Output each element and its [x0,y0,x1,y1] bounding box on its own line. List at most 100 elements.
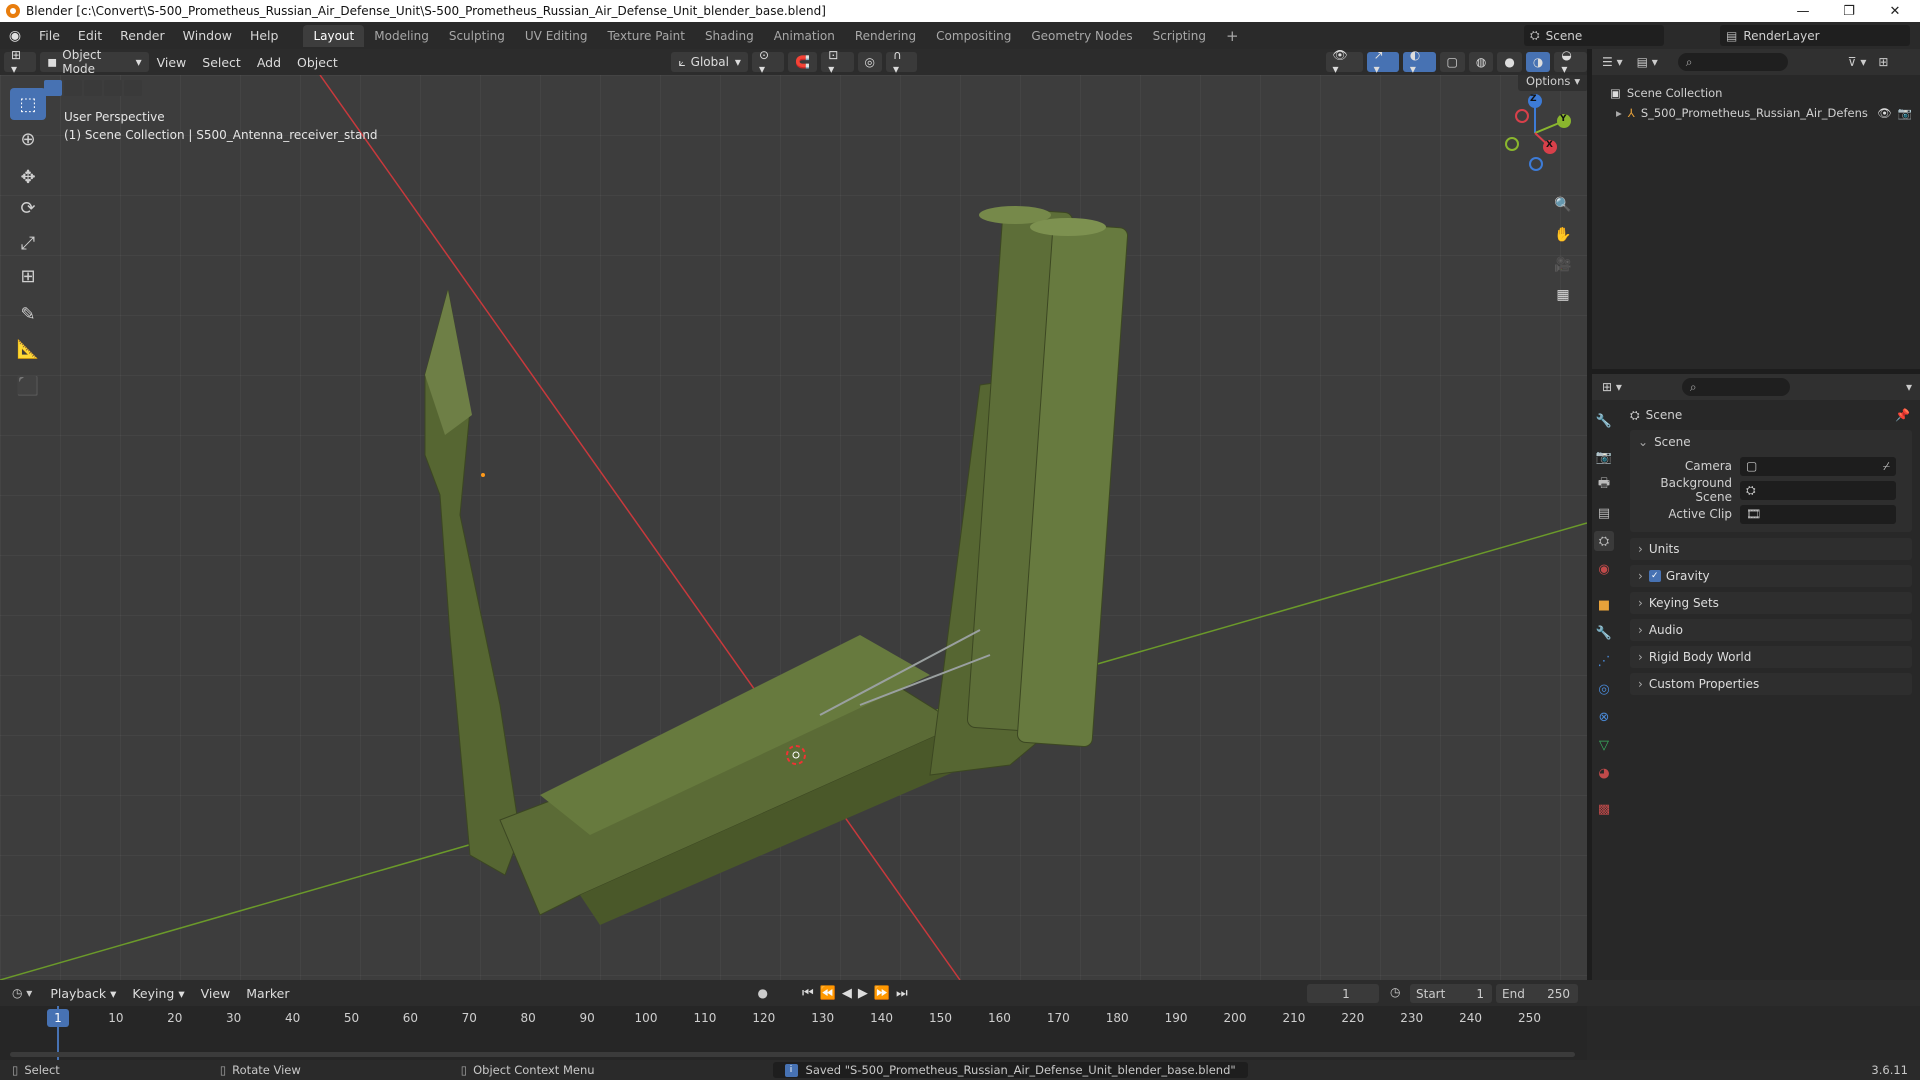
outliner-search-input[interactable]: ⌕ [1677,53,1788,71]
scene-selector[interactable]: ⛭ Scene [1524,25,1664,46]
new-collection-icon[interactable]: ⊞ [1878,55,1888,69]
overlays-toggle[interactable]: ◐ ▾ [1402,48,1436,76]
disclosure-triangle-icon[interactable]: ▸ [1616,106,1622,120]
view-layer-selector[interactable]: ▤ RenderLayer [1720,25,1910,46]
active-clip-field[interactable]: 🎞 [1740,504,1896,524]
panel-gravity[interactable]: › ✓ Gravity [1630,565,1912,587]
viewport-menu-object[interactable]: Object [289,55,346,70]
tab-texture-paint[interactable]: Texture Paint [598,25,695,47]
playhead-frame-label[interactable]: 1 [47,1009,69,1027]
panel-custom-properties[interactable]: › Custom Properties [1630,673,1912,695]
preview-range-icon[interactable]: ◷ [1390,985,1400,999]
close-button[interactable]: ✕ [1872,0,1918,22]
end-frame-field[interactable]: End 250 [1496,984,1578,1003]
panel-keying-sets[interactable]: › Keying Sets [1630,592,1912,614]
texture-tab-icon[interactable]: ▩ [1594,799,1614,819]
select-intersect-button[interactable] [124,80,142,96]
outliner-item[interactable]: ▸ ⅄ S_500_Prometheus_Russian_Air_Defens … [1592,103,1920,123]
timeline-editor-type-button[interactable]: ◷ ▾ [12,986,32,1000]
scene-section-header[interactable]: ⌄ Scene [1630,430,1912,454]
panel-audio[interactable]: › Audio [1630,619,1912,641]
cursor-tool[interactable]: ⊕ [10,123,46,155]
select-box-tool[interactable]: ⬚ [10,88,46,120]
scene-collection-row[interactable]: ▣ Scene Collection [1592,83,1920,103]
select-new-button[interactable] [44,80,62,96]
tab-layout[interactable]: Layout [303,24,365,47]
record-button[interactable]: ● [757,986,767,1000]
tab-uv-editing[interactable]: UV Editing [515,25,598,47]
filter-icon[interactable]: ⊽ ▾ [1848,55,1867,69]
add-workspace-button[interactable]: + [1216,23,1249,49]
options-dropdown[interactable]: Options ▾ [1518,75,1587,91]
world-tab-icon[interactable]: ◉ [1594,559,1614,579]
menu-render[interactable]: Render [111,28,174,43]
material-tab-icon[interactable]: ◕ [1594,763,1614,783]
falloff-button[interactable]: ∩ ▾ [885,48,918,76]
tab-scripting[interactable]: Scripting [1143,25,1216,47]
display-mode-button[interactable]: ▤ ▾ [1637,55,1658,69]
background-scene-field[interactable]: ⛭ [1740,480,1896,500]
current-frame-field[interactable]: 1 [1307,984,1379,1003]
tab-geometry-nodes[interactable]: Geometry Nodes [1021,25,1142,47]
pin-icon[interactable]: 📌 [1895,408,1910,422]
particles-tab-icon[interactable]: ⋰ [1594,651,1614,671]
physics-tab-icon[interactable]: ◎ [1594,679,1614,699]
select-extend-button[interactable] [64,80,82,96]
camera-view-icon[interactable]: 🎥 [1550,252,1576,278]
xray-toggle[interactable]: ▢ [1439,52,1465,72]
pan-hand-icon[interactable]: ✋ [1550,222,1576,248]
outliner-editor-type-button[interactable]: ☰ ▾ [1602,55,1623,69]
menu-edit[interactable]: Edit [69,28,111,43]
tab-sculpting[interactable]: Sculpting [439,25,515,47]
menu-file[interactable]: File [30,28,69,43]
snap-target-button[interactable]: ⊡ ▾ [821,48,854,76]
tab-rendering[interactable]: Rendering [845,25,926,47]
object-tab-icon[interactable]: ■ [1594,595,1614,615]
transform-tool[interactable]: ⊞ [10,260,46,292]
data-tab-icon[interactable]: ▽ [1594,735,1614,755]
proportional-edit-toggle[interactable]: ◎ [857,52,882,72]
shading-wireframe-button[interactable]: ◍ [1468,52,1494,72]
tab-animation[interactable]: Animation [764,25,845,47]
minimize-button[interactable]: — [1780,0,1826,22]
3d-viewport[interactable]: User Perspective (1) Scene Collection | … [0,75,1587,980]
rotate-tool[interactable]: ⟳ [10,192,46,224]
viewport-menu-select[interactable]: Select [194,55,249,70]
blender-menu-icon[interactable]: ◉ [0,28,30,44]
transform-orientation-dropdown[interactable]: ⟀ Global ▾ [671,52,748,72]
menu-help[interactable]: Help [241,28,288,43]
mode-dropdown[interactable]: ◼ Object Mode ▾ [40,48,149,76]
zoom-icon[interactable]: 🔍 [1550,192,1576,218]
scene-tab-icon[interactable]: ⛭ [1594,531,1614,551]
maximize-button[interactable]: ❐ [1826,0,1872,22]
measure-tool[interactable]: 📐 [10,333,46,365]
viewport-menu-add[interactable]: Add [249,55,289,70]
panel-units[interactable]: › Units [1630,538,1912,560]
timeline-menu-playback[interactable]: Playback ▾ [42,986,124,1001]
viewport-menu-view[interactable]: View [149,55,195,70]
camera-render-icon[interactable]: 📷 [1898,106,1912,120]
select-invert-button[interactable] [104,80,122,96]
properties-search-input[interactable]: ⌕ [1681,378,1790,396]
gravity-checkbox[interactable]: ✓ [1648,570,1661,582]
tab-shading[interactable]: Shading [695,25,764,47]
tab-modeling[interactable]: Modeling [364,25,439,47]
modifier-tab-icon[interactable]: 🔧 [1594,623,1614,643]
camera-field[interactable]: ▢ ⌿ [1740,456,1896,476]
timeline-menu-keying[interactable]: Keying ▾ [124,986,192,1001]
playback-controls[interactable]: ⏮⏪◀▶⏩⏭ [802,986,914,1001]
tab-compositing[interactable]: Compositing [926,25,1021,47]
snap-toggle[interactable]: 🧲 [788,52,818,72]
eyedropper-icon[interactable]: ⌿ [1883,459,1890,474]
panel-rigid-body-world[interactable]: › Rigid Body World [1630,646,1912,668]
move-tool[interactable]: ✥ [10,161,46,193]
timeline-menu-marker[interactable]: Marker [238,986,297,1001]
select-subtract-button[interactable] [84,80,102,96]
view-layer-tab-icon[interactable]: ▤ [1594,503,1614,523]
timeline-track[interactable]: 1102030405060708090100110120130140150160… [0,1006,1587,1060]
editor-type-button[interactable]: ⊞ ▾ [4,48,37,76]
timeline-menu-view[interactable]: View [193,986,239,1001]
shading-solid-button[interactable]: ● [1497,52,1522,72]
eye-icon[interactable]: 👁 [1877,106,1892,120]
render-tab-icon[interactable]: 📷 [1594,447,1614,467]
